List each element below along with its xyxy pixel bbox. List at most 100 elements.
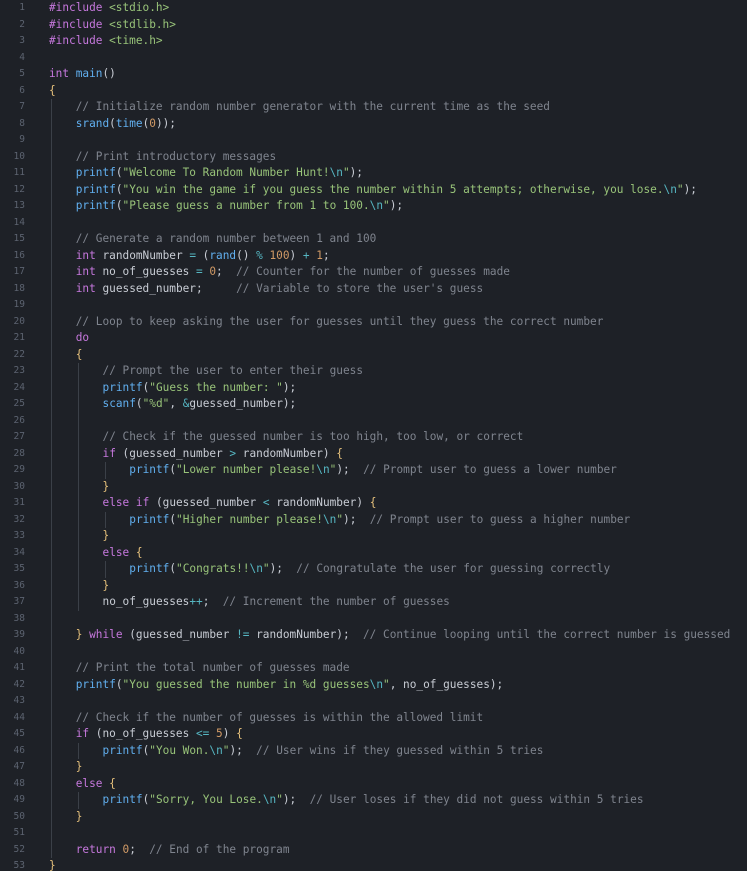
line-number: 15 — [13, 233, 25, 244]
line-number: 4 — [19, 51, 25, 63]
code-line[interactable]: 47} — [0, 759, 747, 776]
code-line[interactable]: 33} — [0, 528, 747, 545]
code-content: srand(time(0)); — [76, 116, 176, 133]
code-token: "Guess the number: " — [149, 380, 283, 394]
code-line[interactable]: 51 — [0, 825, 747, 842]
code-content: // Generate a random number between 1 an… — [76, 231, 377, 248]
code-token: () — [102, 67, 116, 80]
code-token: )); — [155, 116, 176, 130]
code-token: \n — [663, 182, 677, 196]
code-token: " — [276, 793, 283, 806]
code-line[interactable]: 17 int no_of_guesses = 0; // Counter for … — [0, 264, 747, 281]
line-number: 18 — [13, 282, 25, 294]
code-line[interactable]: 7 // Initialize random number generator w… — [0, 99, 747, 116]
code-token: % — [256, 248, 263, 262]
code-content: scanf("%d", &guessed_number); — [103, 396, 297, 413]
code-line[interactable]: 52 return 0; // End of the program — [0, 842, 747, 859]
code-content: else { — [76, 776, 116, 793]
code-token: // Counter for the number of guesses mad… — [236, 265, 510, 278]
code-token: // Prompt user to guess a lower number — [363, 463, 617, 476]
code-line[interactable]: 35 printf("Congrats!!\n"); // Congratulat… — [0, 561, 747, 578]
code-line[interactable]: 15 // Generate a random number between 1 … — [0, 231, 747, 248]
code-line[interactable]: 30} — [0, 479, 747, 496]
code-line[interactable]: 24 printf("Guess the number: "); — [0, 380, 747, 397]
code-token: printf — [75, 677, 116, 691]
code-line[interactable]: 13 printf("Please guess a number from 1 t… — [0, 198, 747, 215]
code-line[interactable]: 36} — [0, 578, 747, 595]
code-token: "Sorry, You Lose. — [149, 793, 263, 806]
code-token: (guessed_number — [122, 628, 237, 641]
code-line[interactable]: 42 printf("You guessed the number in %d g… — [0, 677, 747, 694]
code-content: printf("You win the game if you guess th… — [76, 182, 697, 199]
code-token: ( — [115, 182, 123, 196]
code-line[interactable]: 31 else if (guessed_number < randomNumber… — [0, 495, 747, 512]
code-line[interactable]: 20 // Loop to keep asking the user for gu… — [0, 314, 747, 331]
code-line[interactable]: 3 #include <time.h> — [0, 33, 747, 50]
code-line[interactable]: 11 printf("Welcome To Random Number Hunt!… — [0, 165, 747, 182]
code-line[interactable]: 19 — [0, 297, 747, 314]
code-line[interactable]: 41 // Print the total number of guesses m… — [0, 660, 747, 677]
code-token: \n — [209, 743, 223, 757]
code-line[interactable]: 9 — [0, 132, 747, 149]
line-number: 49 — [13, 794, 25, 805]
code-line[interactable]: 32 printf("Higher number please!\n"); // … — [0, 512, 747, 529]
code-token: 100 — [269, 248, 290, 262]
code-line[interactable]: 39} while (guessed_number != randomNumbe… — [0, 627, 747, 644]
code-token: int — [75, 265, 96, 278]
code-line[interactable]: 22 { — [0, 347, 747, 364]
code-line[interactable]: 8 srand(time(0)); — [0, 116, 747, 133]
code-line[interactable]: 27 // Check if the guessed number is too … — [0, 429, 747, 446]
code-line[interactable]: 34 else { — [0, 545, 747, 562]
code-line[interactable]: 4 — [0, 50, 747, 67]
code-content: printf("Sorry, You Lose.\n"); // User lo… — [103, 792, 644, 809]
code-line[interactable]: 23 // Prompt the user to enter their gues… — [0, 363, 747, 380]
code-token: printf — [102, 380, 143, 394]
code-token: } — [102, 578, 110, 592]
code-editor[interactable]: 1 #include <stdio.h> 2 #include <stdlib.h> 3… — [0, 0, 747, 871]
line-number: 19 — [13, 299, 25, 310]
code-token: ; — [202, 595, 223, 608]
code-line[interactable]: 14 — [0, 215, 747, 232]
code-line[interactable]: 1 #include <stdio.h> — [0, 0, 747, 17]
code-token: while — [89, 628, 123, 641]
code-line[interactable]: 53} — [0, 858, 747, 871]
code-line[interactable]: 37 no_of_guesses++; // Increment the numb… — [0, 594, 747, 611]
code-line[interactable]: 26 — [0, 413, 747, 430]
line-number: 13 — [13, 200, 25, 211]
code-line[interactable]: 12 printf("You win the game if you guess … — [0, 182, 747, 199]
line-number: 28 — [13, 447, 25, 459]
code-line[interactable]: 43 — [0, 693, 747, 710]
code-line[interactable]: 40 — [0, 644, 747, 661]
code-token: 5 — [216, 727, 223, 740]
code-line[interactable]: 50} — [0, 809, 747, 826]
code-token: = — [189, 248, 196, 262]
code-token: printf — [102, 743, 143, 757]
code-token: <time.h> — [109, 34, 163, 47]
code-line[interactable]: 6{ — [0, 83, 747, 100]
code-token: 0 — [149, 116, 156, 130]
code-line[interactable]: 25 scanf("%d", &guessed_number); — [0, 396, 747, 413]
code-token: (no_of_guesses — [89, 727, 196, 740]
code-line[interactable]: 44 // Check if the number of guesses is w… — [0, 710, 747, 727]
line-number: 51 — [13, 827, 25, 838]
code-token: ; — [322, 248, 330, 262]
code-line[interactable]: 5 int main() — [0, 66, 747, 83]
code-token: } — [49, 859, 56, 871]
code-line[interactable]: 48 else { — [0, 776, 747, 793]
code-token: // Prompt user to guess a higher number — [369, 512, 631, 526]
code-line[interactable]: 29 printf("Lower number please!\n"); // P… — [0, 462, 747, 479]
code-line[interactable]: 16 int randomNumber = (rand() % 100) + 1; — [0, 248, 747, 265]
code-token: srand — [75, 116, 110, 130]
code-line[interactable]: 38 — [0, 611, 747, 628]
code-line[interactable]: 21 do — [0, 330, 747, 347]
code-line[interactable]: 46 printf("You Won.\n"); // User wins if … — [0, 743, 747, 760]
code-content: } — [76, 759, 83, 776]
code-line[interactable]: 45 if (no_of_guesses <= 5) { — [0, 726, 747, 743]
code-line[interactable]: 10 // Print introductory messages — [0, 149, 747, 166]
code-line[interactable]: 18 int guessed_number; // Variable to sto… — [0, 281, 747, 298]
code-line[interactable]: 49 printf("Sorry, You Lose.\n"); // User … — [0, 792, 747, 809]
code-line[interactable]: 2 #include <stdlib.h> — [0, 17, 747, 34]
code-line[interactable]: 28 if (guessed_number > randomNumber) { — [0, 446, 747, 463]
code-token: "You win the game if you guess the numbe… — [122, 182, 664, 196]
code-token: ); — [349, 166, 363, 179]
